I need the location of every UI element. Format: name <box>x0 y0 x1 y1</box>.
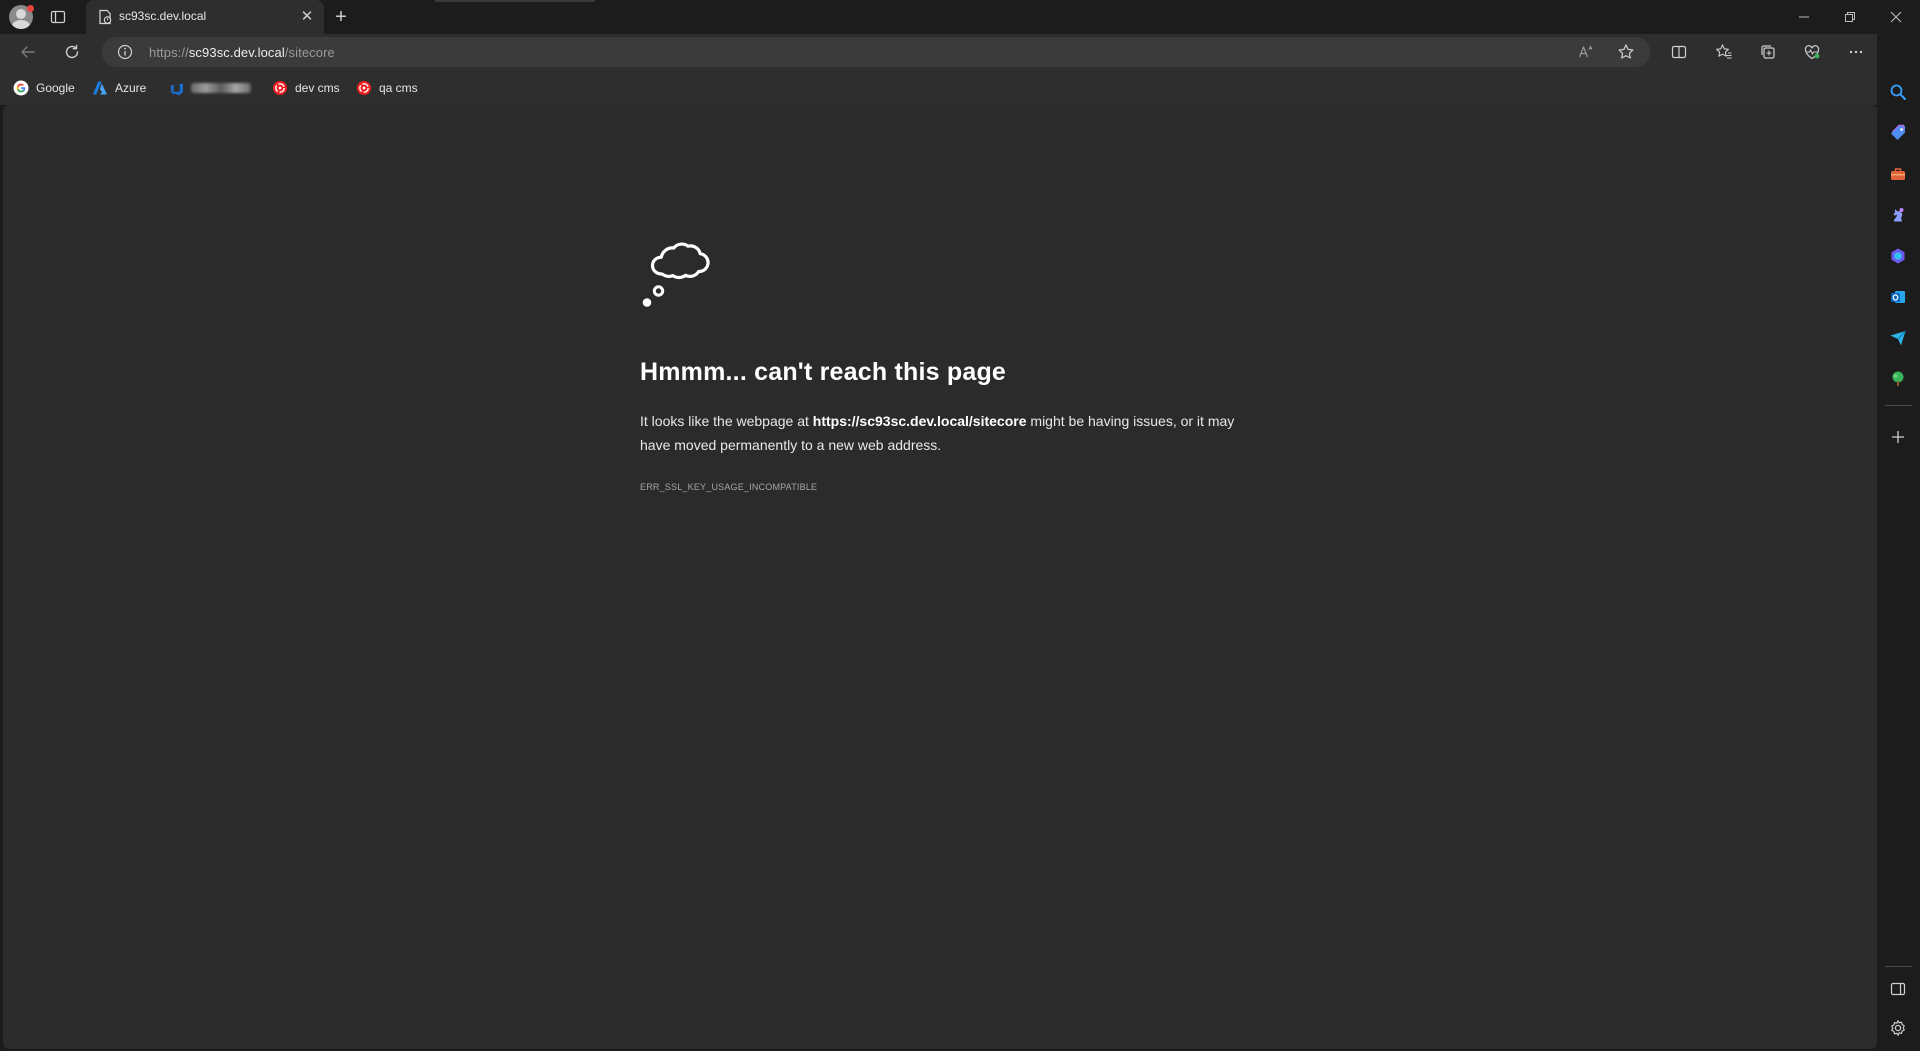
split-screen-icon[interactable] <box>1666 39 1692 65</box>
page-error-icon <box>97 9 113 25</box>
error-code: ERR_SSL_KEY_USAGE_INCOMPATIBLE <box>640 482 818 492</box>
minimize-button[interactable] <box>1781 0 1827 34</box>
favorite-dev-cms[interactable]: dev cms <box>272 78 340 98</box>
title-bar: sc93sc.dev.local ✕ + <box>0 0 1920 34</box>
favorites-bar: Google Azure dev cms qa cms <box>0 70 1920 105</box>
sitecore-icon <box>356 80 372 96</box>
more-options-icon[interactable] <box>1843 39 1869 65</box>
tab-actions-menu-icon[interactable] <box>49 8 67 26</box>
url-path: /sitecore <box>284 45 335 60</box>
read-aloud-icon[interactable] <box>1576 42 1596 62</box>
sidebar-separator <box>1885 405 1912 406</box>
add-favorite-star-icon[interactable] <box>1616 42 1636 62</box>
restore-button[interactable] <box>1827 0 1873 34</box>
favorite-label-blurred <box>191 83 251 93</box>
tab-close-icon[interactable]: ✕ <box>298 8 316 26</box>
favorite-label: Azure <box>115 81 147 95</box>
error-title: Hmmm... can't reach this page <box>640 358 1007 386</box>
google-icon <box>13 80 29 96</box>
favorite-azure[interactable]: Azure <box>92 78 146 98</box>
sitecore-icon <box>272 80 288 96</box>
games-chess-icon[interactable] <box>1887 204 1909 226</box>
favorite-qa-cms[interactable]: qa cms <box>356 78 418 98</box>
site-info-icon[interactable] <box>116 43 134 61</box>
send-drop-icon[interactable] <box>1887 327 1909 349</box>
navigation-toolbar: https://sc93sc.dev.local/sitecore <box>0 34 1920 70</box>
favorite-label: Google <box>36 81 75 95</box>
notification-badge <box>27 5 34 12</box>
tab-drag-indicator <box>435 0 595 2</box>
favorite-google[interactable]: Google <box>13 78 75 98</box>
favorite-label: dev cms <box>295 81 340 95</box>
url-host: sc93sc.dev.local <box>188 45 285 60</box>
browser-essentials-icon[interactable] <box>1799 39 1825 65</box>
tab-active[interactable]: sc93sc.dev.local ✕ <box>86 0 324 34</box>
favorites-icon[interactable] <box>1711 39 1737 65</box>
microsoft-365-icon[interactable] <box>1887 245 1909 267</box>
thought-cloud-icon <box>640 234 720 314</box>
error-message: It looks like the webpage at https://sc9… <box>640 413 1235 453</box>
error-url: https://sc93sc.dev.local/sitecore <box>812 413 1027 429</box>
close-window-button[interactable] <box>1873 0 1919 34</box>
shopping-tag-icon[interactable] <box>1887 122 1909 144</box>
hide-sidebar-icon[interactable] <box>1887 978 1909 1000</box>
address-bar[interactable]: https://sc93sc.dev.local/sitecore <box>102 37 1650 67</box>
outlook-icon[interactable] <box>1887 286 1909 308</box>
tab-title: sc93sc.dev.local <box>119 9 207 23</box>
url-text[interactable]: https://sc93sc.dev.local/sitecore <box>149 45 335 60</box>
settings-gear-icon[interactable] <box>1887 1017 1909 1039</box>
azure-icon <box>92 80 108 96</box>
sidebar-separator <box>1885 966 1912 967</box>
edge-sidebar <box>1877 34 1920 1051</box>
tree-app-icon[interactable] <box>1887 368 1909 390</box>
url-scheme: https:// <box>149 45 189 60</box>
collections-icon[interactable] <box>1755 39 1781 65</box>
tools-briefcase-icon[interactable] <box>1887 163 1909 185</box>
add-sidebar-app-icon[interactable] <box>1887 426 1909 448</box>
refresh-button[interactable] <box>59 39 85 65</box>
devops-icon <box>168 80 184 96</box>
favorite-label: qa cms <box>379 81 418 95</box>
search-icon[interactable] <box>1887 81 1909 103</box>
new-tab-button[interactable]: + <box>330 6 352 28</box>
favorite-devops[interactable] <box>168 78 251 98</box>
back-button[interactable] <box>15 39 41 65</box>
page-content: Hmmm... can't reach this page It looks l… <box>3 105 1877 1049</box>
